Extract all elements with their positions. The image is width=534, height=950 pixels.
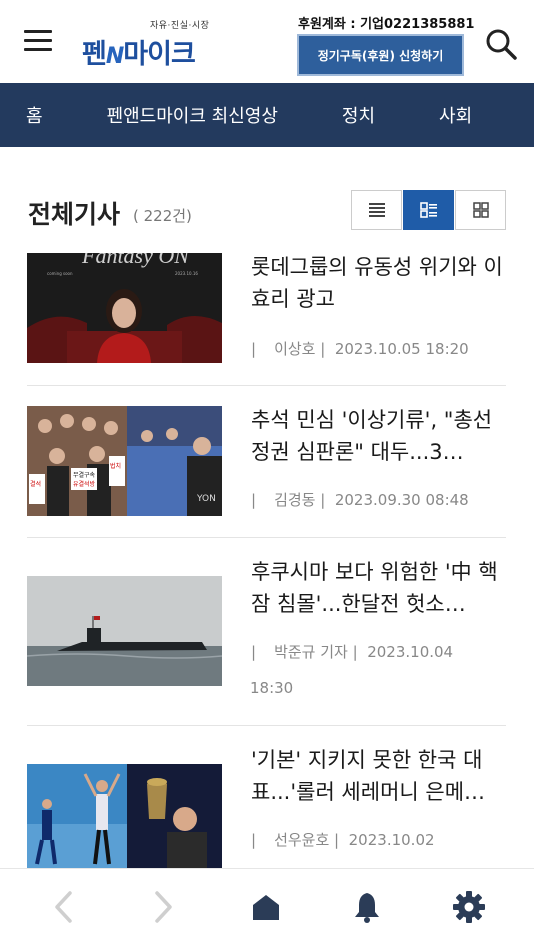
- article-author: 박준규 기자 |: [274, 643, 358, 661]
- article-thumbnail[interactable]: [27, 764, 222, 874]
- article-thumbnail[interactable]: Fantasy ON coming soon 2023.10.16: [27, 253, 222, 363]
- article-item[interactable]: Fantasy ON coming soon 2023.10.16 롯데그룹의 …: [27, 247, 506, 386]
- thumb-watermark: YON: [196, 494, 216, 504]
- nav-item-society[interactable]: 사회: [439, 102, 472, 128]
- nav-item-home[interactable]: 홈: [26, 102, 43, 128]
- article-date: 2023.10.04: [367, 643, 454, 661]
- article-meta: | 박준규 기자 | 2023.10.04: [251, 643, 454, 661]
- category-nav: 홈 펜앤드마이크 최신영상 정치 사회 전: [0, 83, 534, 147]
- grid-view-icon[interactable]: [455, 190, 506, 230]
- site-logo[interactable]: 자유·진실·시장 펜N마이크: [82, 18, 214, 70]
- article-count: ( 222건): [133, 207, 192, 225]
- article-title[interactable]: 추석 민심 '이상기류', "총선 정권 심판론" 대두...3…: [251, 404, 506, 468]
- forward-icon[interactable]: [143, 887, 183, 927]
- article-date: 2023.09.30 08:48: [334, 491, 469, 509]
- view-toggle-group: [351, 190, 507, 230]
- bottom-navigation-bar: [0, 868, 534, 950]
- nav-item-politics[interactable]: 정치: [342, 102, 375, 128]
- logo-n: N: [105, 44, 124, 69]
- home-icon[interactable]: [246, 887, 286, 927]
- logo-suffix: 마이크: [123, 39, 196, 70]
- logo-prefix: 펜: [82, 39, 107, 70]
- article-date: 2023.10.02: [348, 831, 435, 849]
- article-title[interactable]: 후쿠시마 보다 위험한 '中 핵잠 침몰'...한달전 헛소…: [251, 556, 506, 620]
- list-view-icon[interactable]: [351, 190, 402, 230]
- page-title: 전체기사: [28, 200, 121, 229]
- settings-icon[interactable]: [449, 887, 489, 927]
- article-meta: | 선우윤호 | 2023.10.02: [251, 831, 435, 849]
- article-item[interactable]: 후쿠시마 보다 위험한 '中 핵잠 침몰'...한달전 헛소… | 박준규 기자 …: [27, 538, 506, 726]
- card-view-icon[interactable]: [403, 190, 454, 230]
- search-icon[interactable]: [484, 27, 518, 61]
- article-time: 18:30: [250, 679, 294, 697]
- article-title[interactable]: 롯데그룹의 유동성 위기와 이효리 광고: [251, 251, 506, 315]
- article-author: 김경동 |: [274, 491, 326, 509]
- article-author: 이상호 |: [274, 340, 326, 358]
- article-meta: | 이상호 | 2023.10.05 18:20: [251, 340, 469, 358]
- thumb-sign-text: 유결석방: [73, 480, 96, 488]
- article-date: 2023.10.05 18:20: [334, 340, 469, 358]
- thumb-date-text: 2023.10.16: [175, 271, 198, 276]
- thumb-coming-text: coming soon: [47, 271, 73, 276]
- section-header: 전체기사 ( 222건): [0, 147, 534, 247]
- subscribe-button[interactable]: 정기구독(후원) 신청하기: [297, 34, 464, 76]
- thumb-sign-text: 결석: [30, 480, 41, 488]
- article-title[interactable]: '기본' 지키지 못한 한국 대표...'롤러 세레머니 은메…: [251, 744, 506, 808]
- article-thumbnail[interactable]: 무결구속 유결석방 결석 법치 YON: [27, 406, 222, 516]
- thumb-sign-text: 무결구속: [73, 471, 96, 479]
- donation-account-text: 후원계좌 : 기업0221385881: [298, 17, 475, 32]
- logo-wordmark: 펜N마이크: [82, 32, 196, 71]
- article-meta: | 김경동 | 2023.09.30 08:48: [251, 491, 469, 509]
- thumb-sign-text: 법치: [110, 462, 121, 470]
- thumb-banner-text: Fantasy ON: [81, 253, 190, 268]
- app-header: 자유·진실·시장 펜N마이크 후원계좌 : 기업0221385881 정기구독(…: [0, 0, 534, 83]
- article-item[interactable]: '기본' 지키지 못한 한국 대표...'롤러 세레머니 은메… | 선우윤호 |…: [27, 726, 506, 886]
- logo-tagline: 자유·진실·시장: [150, 21, 210, 31]
- nav-item-latest-video[interactable]: 펜앤드마이크 최신영상: [107, 102, 278, 128]
- bell-icon[interactable]: [347, 887, 387, 927]
- article-author: 선우윤호 |: [274, 831, 340, 849]
- menu-icon[interactable]: [24, 30, 52, 54]
- back-icon[interactable]: [44, 887, 84, 927]
- article-item[interactable]: 무결구속 유결석방 결석 법치 YON 추석 민심 '이상기류', "총선 정권…: [27, 386, 506, 538]
